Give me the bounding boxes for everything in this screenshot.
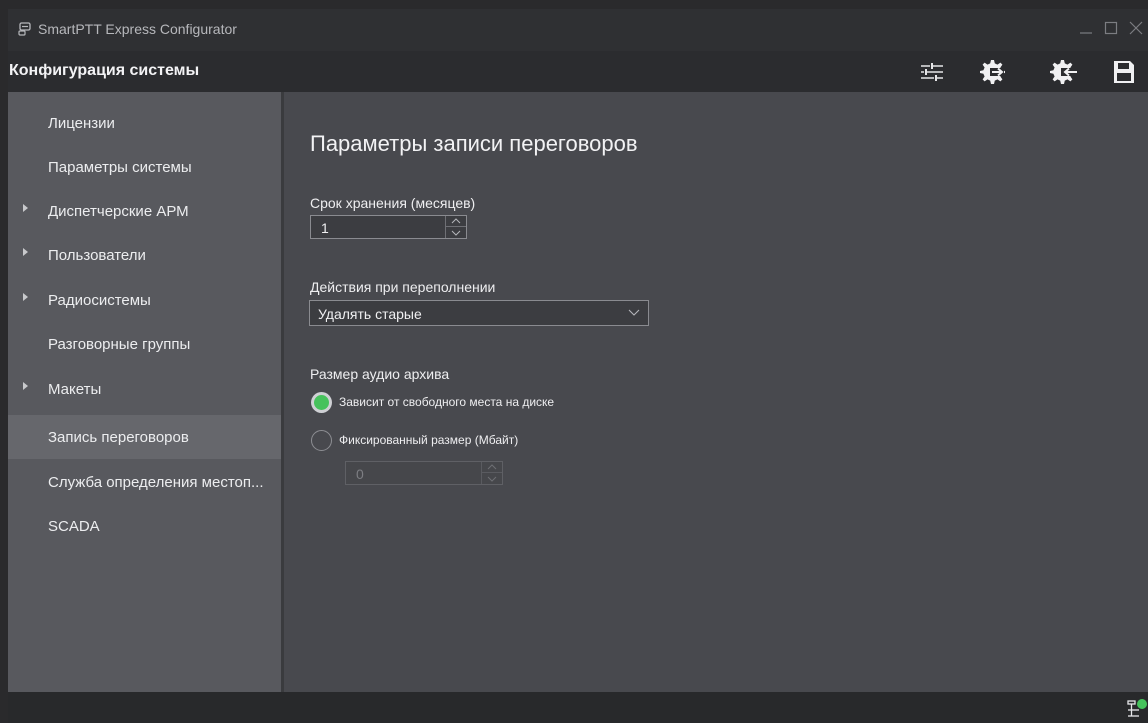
chevron-down-icon	[487, 476, 497, 482]
sidebar-item-label: Пользователи	[48, 247, 146, 264]
main-content: Параметры записи переговоров Срок хранен…	[284, 92, 1148, 692]
status-bar	[8, 692, 1148, 723]
stepper-arrows	[445, 216, 466, 238]
radio-button-unchecked[interactable]	[311, 430, 332, 451]
sidebar-item-radio-systems[interactable]: Радиосистемы	[8, 278, 281, 322]
chevron-up-icon	[451, 218, 461, 224]
chevron-up-icon	[487, 464, 497, 470]
sidebar-item-label: Диспетчерские АРМ	[48, 203, 189, 220]
save-icon	[1114, 61, 1134, 83]
sidebar-item-dispatcher-consoles[interactable]: Диспетчерские АРМ	[8, 189, 281, 233]
export-config-icon	[980, 60, 1005, 84]
window-title: SmartPTT Express Configurator	[38, 21, 237, 37]
save-button[interactable]	[1108, 56, 1140, 88]
radio-button-checked[interactable]	[311, 392, 332, 413]
overflow-label: Действия при переполнении	[310, 279, 496, 295]
stepper-down-button[interactable]	[446, 227, 466, 238]
close-button[interactable]	[1123, 15, 1148, 41]
sidebar-item-users[interactable]: Пользователи	[8, 233, 281, 277]
sidebar-item-label: Параметры системы	[48, 159, 192, 176]
sidebar-item-location-service[interactable]: Служба определения местоп...	[8, 460, 281, 504]
expand-caret-icon[interactable]	[23, 248, 28, 256]
maximize-button[interactable]	[1098, 15, 1123, 41]
settings-sliders-button[interactable]	[916, 56, 948, 88]
chevron-down-icon	[628, 309, 640, 316]
overflow-select[interactable]: Удалять старые	[309, 300, 649, 326]
sidebar-item-call-recording[interactable]: Запись переговоров	[8, 415, 281, 459]
sidebar-item-talkgroups[interactable]: Разговорные группы	[8, 322, 281, 366]
sidebar-item-label: Служба определения местоп...	[48, 474, 264, 491]
expand-caret-icon[interactable]	[23, 382, 28, 390]
stepper-down-button[interactable]	[482, 473, 502, 484]
radio-app-icon	[18, 22, 32, 36]
header-bar: Конфигурация системы	[8, 51, 1148, 92]
stepper-arrows	[481, 462, 502, 484]
connection-status-icon[interactable]	[1127, 698, 1148, 723]
window-controls	[1073, 15, 1148, 41]
import-config-icon	[1050, 60, 1078, 84]
stepper-up-button[interactable]	[446, 216, 466, 227]
overflow-value: Удалять старые	[318, 306, 422, 322]
expand-caret-icon[interactable]	[23, 204, 28, 212]
fixed-size-value[interactable]: 0	[356, 466, 364, 482]
close-icon	[1129, 21, 1142, 35]
app-window: SmartPTT Express Configurator Конфигурац…	[8, 9, 1148, 723]
sidebar-item-label: Лицензии	[48, 115, 115, 132]
sidebar-item-label: Запись переговоров	[48, 429, 189, 446]
stepper-up-button[interactable]	[482, 462, 502, 473]
retention-value[interactable]: 1	[321, 220, 329, 236]
export-config-button[interactable]	[976, 56, 1008, 88]
chevron-down-icon	[451, 230, 461, 236]
fixed-size-stepper[interactable]: 0	[345, 461, 503, 485]
retention-label: Срок хранения (месяцев)	[310, 195, 476, 211]
sidebar-item-scada[interactable]: SCADA	[8, 504, 281, 548]
page-title: Конфигурация системы	[9, 62, 200, 79]
sidebar-item-label: Радиосистемы	[48, 292, 151, 309]
sidebar-item-label: Макеты	[48, 381, 102, 398]
title-bar[interactable]: SmartPTT Express Configurator	[8, 9, 1148, 51]
expand-caret-icon[interactable]	[23, 293, 28, 301]
sidebar-item-label: SCADA	[48, 518, 100, 535]
retention-stepper[interactable]: 1	[310, 215, 467, 239]
section-title: Параметры записи переговоров	[310, 131, 638, 156]
minimize-button[interactable]	[1073, 15, 1098, 41]
radio-label: Зависит от свободного места на диске	[339, 395, 555, 409]
sidebar-item-licenses[interactable]: Лицензии	[8, 101, 281, 145]
maximize-icon	[1104, 21, 1117, 35]
sidebar-item-system-parameters[interactable]: Параметры системы	[8, 145, 281, 189]
settings-sliders-icon	[921, 63, 943, 81]
archive-size-label: Размер аудио архива	[310, 366, 450, 382]
minimize-icon	[1079, 32, 1092, 34]
sidebar-item-label: Разговорные группы	[48, 336, 191, 353]
import-config-button[interactable]	[1048, 56, 1080, 88]
sidebar-nav: Лицензии Параметры системы Диспетчерские…	[8, 92, 281, 692]
sidebar-item-layouts[interactable]: Макеты	[8, 367, 281, 411]
radio-label: Фиксированный размер (Мбайт)	[339, 433, 519, 447]
